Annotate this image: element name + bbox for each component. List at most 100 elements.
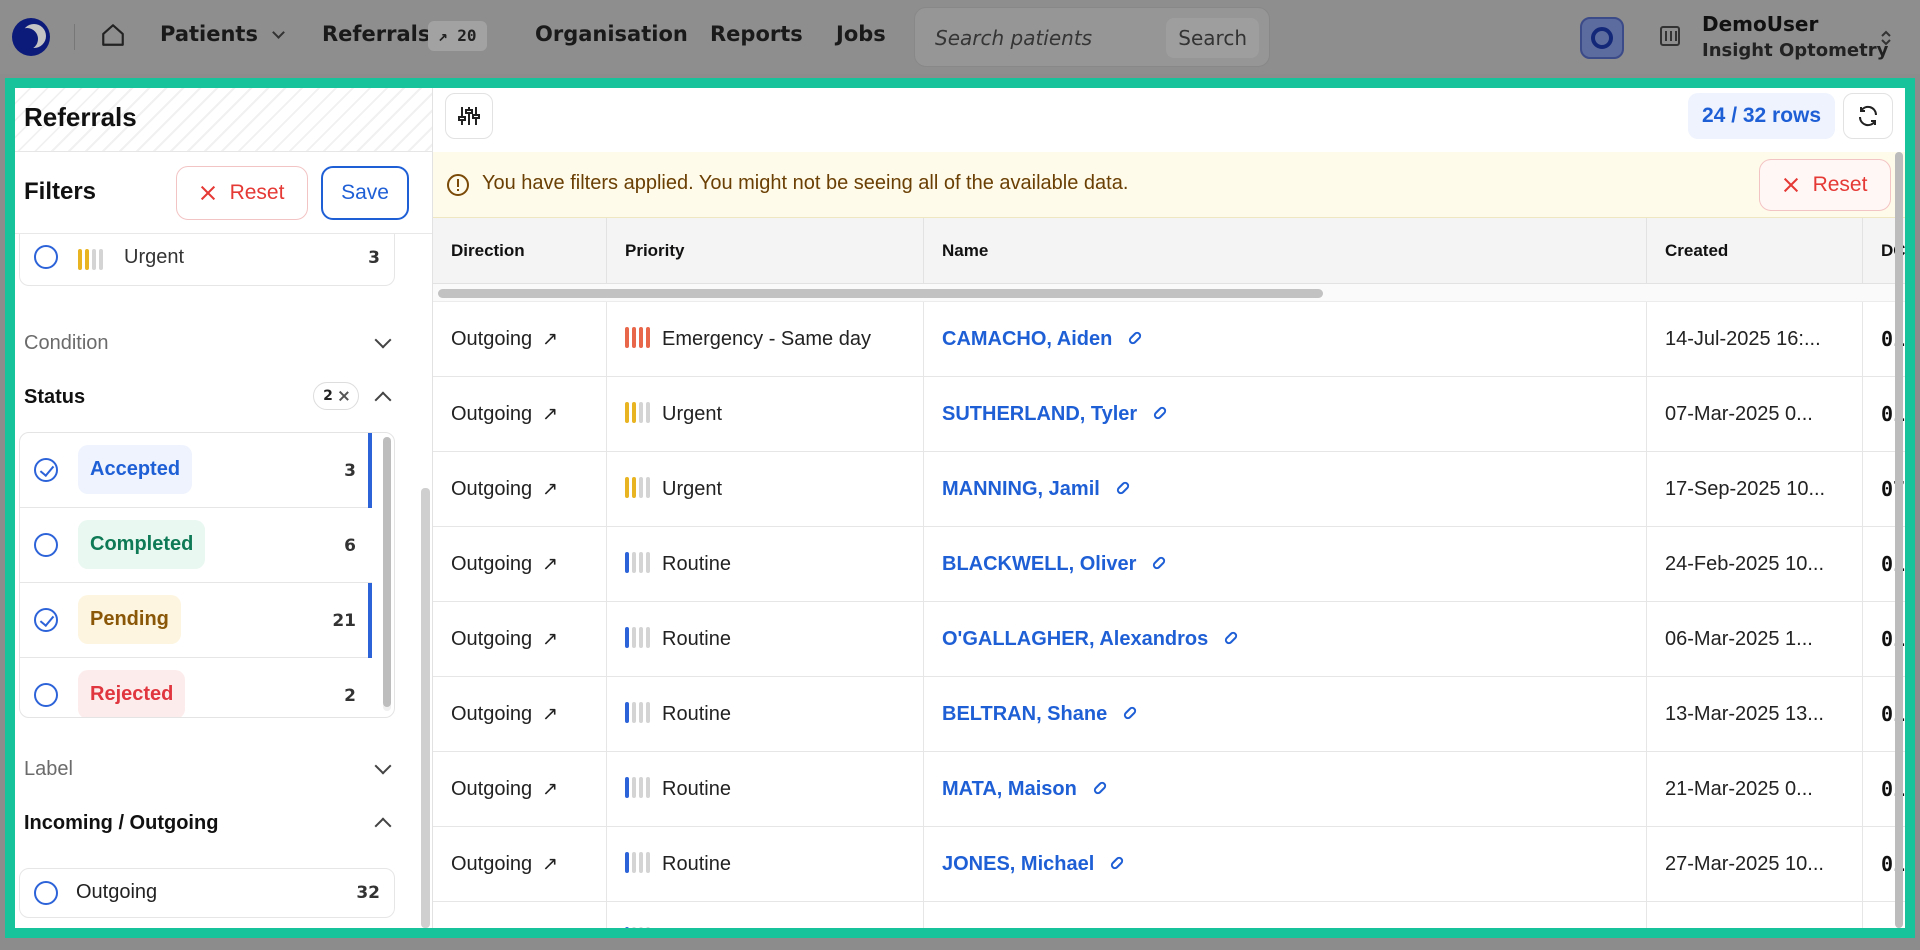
table-row[interactable]: Outgoing ↗ Routine BLACKWELL, Oliver 24-Feb-… bbox=[433, 527, 1905, 602]
column-header-name[interactable]: Name bbox=[924, 218, 1647, 284]
priority-text: Routine bbox=[662, 853, 731, 875]
direction-text: Outgoing bbox=[451, 478, 533, 500]
chevron-down-icon[interactable] bbox=[374, 331, 392, 349]
column-header-created[interactable]: Created bbox=[1647, 218, 1863, 284]
table-row[interactable]: Outgoing ↗ Routine JONES, Michael 27-Mar-202… bbox=[433, 827, 1905, 902]
patient-name-link[interactable]: BELTRAN, Shane bbox=[942, 703, 1107, 725]
status-option-count: 6 bbox=[344, 536, 356, 556]
search-input[interactable] bbox=[935, 24, 1155, 52]
direction-section-label[interactable]: Incoming / Outgoing bbox=[24, 812, 218, 835]
alert-circle-icon bbox=[447, 174, 469, 196]
priority-option-urgent[interactable]: Urgent 3 bbox=[19, 232, 395, 286]
search-button[interactable]: Search bbox=[1166, 18, 1259, 58]
link-icon[interactable] bbox=[1223, 629, 1240, 646]
status-option-pending[interactable]: Pending 21 bbox=[20, 583, 372, 658]
status-option-rejected[interactable]: Rejected 2 bbox=[20, 658, 372, 717]
link-icon[interactable] bbox=[1092, 779, 1108, 796]
nav-reports[interactable]: Reports bbox=[710, 22, 803, 46]
priority-text: Urgent bbox=[662, 478, 723, 500]
cell-created: 27-Mar-2025 10... bbox=[1647, 827, 1863, 902]
link-icon[interactable] bbox=[1122, 704, 1138, 721]
cell-name: SUTHERLAND, Tyler bbox=[924, 377, 1647, 452]
status-option-count: 3 bbox=[344, 461, 356, 481]
alert-reset-button[interactable]: Reset bbox=[1759, 159, 1891, 211]
app-logo-icon[interactable] bbox=[12, 18, 50, 56]
cell-name: BLACKWELL, Oliver bbox=[924, 527, 1647, 602]
link-icon[interactable] bbox=[1115, 479, 1131, 496]
cell-name: MATA, Maison bbox=[924, 752, 1647, 827]
horizontal-scrollbar[interactable] bbox=[433, 284, 1905, 302]
checkbox[interactable] bbox=[34, 881, 58, 905]
checkbox[interactable] bbox=[34, 245, 58, 269]
condition-section-label[interactable]: Condition bbox=[24, 332, 109, 355]
sidebar-header: Referrals bbox=[15, 88, 432, 152]
link-icon[interactable] bbox=[1127, 329, 1144, 346]
direction-text: Outgoing bbox=[451, 778, 533, 800]
sidebar-scrollbar[interactable] bbox=[421, 488, 430, 928]
direction-text: Outgoing bbox=[451, 328, 533, 350]
priority-option-count: 3 bbox=[368, 248, 380, 268]
nav-organisation[interactable]: Organisation bbox=[535, 22, 688, 46]
status-filter-count-badge[interactable]: 2 bbox=[313, 382, 359, 410]
nav-referrals[interactable]: Referrals bbox=[322, 22, 430, 46]
checkbox[interactable] bbox=[34, 608, 58, 632]
table-row[interactable]: Outgoing ↗ Routine BELTRAN, Shane 13-Mar-202… bbox=[433, 677, 1905, 752]
table-row[interactable]: Outgoing ↗ Routine MATA, Maison 21-Mar-2025 … bbox=[433, 752, 1905, 827]
direction-text: Outgoing bbox=[451, 553, 533, 575]
patient-name-link[interactable]: CAMACHO, Aiden bbox=[942, 328, 1112, 350]
save-filters-button[interactable]: Save bbox=[321, 166, 409, 220]
chevron-down-icon[interactable] bbox=[374, 757, 392, 775]
patient-name-link[interactable]: SUTHERLAND, Tyler bbox=[942, 403, 1137, 425]
chevron-up-down-icon[interactable] bbox=[1880, 30, 1892, 46]
arrow-outgoing-icon: ↗ bbox=[542, 704, 559, 725]
cell-created: 21-Mar-2025 0... bbox=[1647, 752, 1863, 827]
link-icon[interactable] bbox=[1151, 554, 1168, 571]
filters-label: Filters bbox=[24, 178, 97, 205]
patient-name-link[interactable]: JONES, Michael bbox=[942, 853, 1094, 875]
chevron-up-icon[interactable] bbox=[374, 817, 392, 835]
checkbox[interactable] bbox=[34, 683, 58, 707]
label-section-label[interactable]: Label bbox=[24, 758, 73, 781]
nav-patients[interactable]: Patients bbox=[160, 22, 285, 46]
link-icon[interactable] bbox=[1109, 854, 1126, 871]
user-organisation[interactable]: Insight Optometry bbox=[1702, 40, 1888, 61]
priority-urgent-icon bbox=[625, 402, 650, 424]
table-row[interactable]: Outgoing ↗ Routine O'GALLAGHER, Alexandros 0… bbox=[433, 602, 1905, 677]
direction-option-count: 32 bbox=[356, 883, 380, 903]
chevron-up-icon[interactable] bbox=[374, 391, 392, 409]
status-pill: Pending bbox=[78, 595, 181, 644]
reset-filters-button[interactable]: Reset bbox=[176, 166, 308, 220]
status-section-label[interactable]: Status bbox=[24, 386, 85, 409]
referrals-panel: Referrals Filters Reset Save Urgent 3 Co… bbox=[5, 78, 1915, 938]
home-icon[interactable] bbox=[100, 22, 126, 48]
column-settings-button[interactable] bbox=[445, 93, 493, 139]
status-option-accepted[interactable]: Accepted 3 bbox=[20, 433, 372, 508]
table-row[interactable]: Outgoing ↗ Emergency - Same day CAMACHO, Ai… bbox=[433, 302, 1905, 377]
cell-name: CAMACHO, Aiden bbox=[924, 302, 1647, 377]
refresh-button[interactable] bbox=[1843, 93, 1893, 139]
cell-name: O'GALLAGHER, Alexandros bbox=[924, 602, 1647, 677]
patient-name-link[interactable]: O'GALLAGHER, Alexandros bbox=[942, 628, 1208, 650]
table-row[interactable]: Outgoing↗RoutineGARCIA, Maxim28-Mar-2025… bbox=[433, 902, 1905, 928]
status-option-completed[interactable]: Completed 6 bbox=[20, 508, 372, 583]
link-icon[interactable] bbox=[1152, 404, 1168, 421]
column-header-direction[interactable]: Direction bbox=[433, 218, 607, 284]
nav-jobs[interactable]: Jobs bbox=[836, 22, 886, 46]
refresh-icon bbox=[1858, 105, 1878, 127]
table-vertical-scrollbar[interactable] bbox=[1895, 152, 1903, 928]
checkbox[interactable] bbox=[34, 458, 58, 482]
patient-name-link[interactable]: MANNING, Jamil bbox=[942, 478, 1100, 500]
cell-direction: Outgoing ↗ bbox=[433, 302, 607, 377]
table-row[interactable]: Outgoing ↗ Urgent SUTHERLAND, Tyler 07-Mar-2… bbox=[433, 377, 1905, 452]
user-name[interactable]: DemoUser bbox=[1702, 12, 1818, 36]
patient-name-link[interactable]: MATA, Maison bbox=[942, 778, 1077, 800]
patient-name-link[interactable]: BLACKWELL, Oliver bbox=[942, 553, 1136, 575]
cell-direction: Outgoing ↗ bbox=[433, 677, 607, 752]
status-list-scrollbar[interactable] bbox=[383, 437, 391, 711]
checkbox[interactable] bbox=[34, 533, 58, 557]
column-header-priority[interactable]: Priority bbox=[607, 218, 924, 284]
alert-message: You have filters applied. You might not … bbox=[482, 172, 1129, 194]
help-button[interactable] bbox=[1580, 17, 1624, 59]
direction-option-outgoing[interactable]: Outgoing 32 bbox=[19, 868, 395, 918]
table-row[interactable]: Outgoing ↗ Urgent MANNING, Jamil 17-Sep-2025… bbox=[433, 452, 1905, 527]
